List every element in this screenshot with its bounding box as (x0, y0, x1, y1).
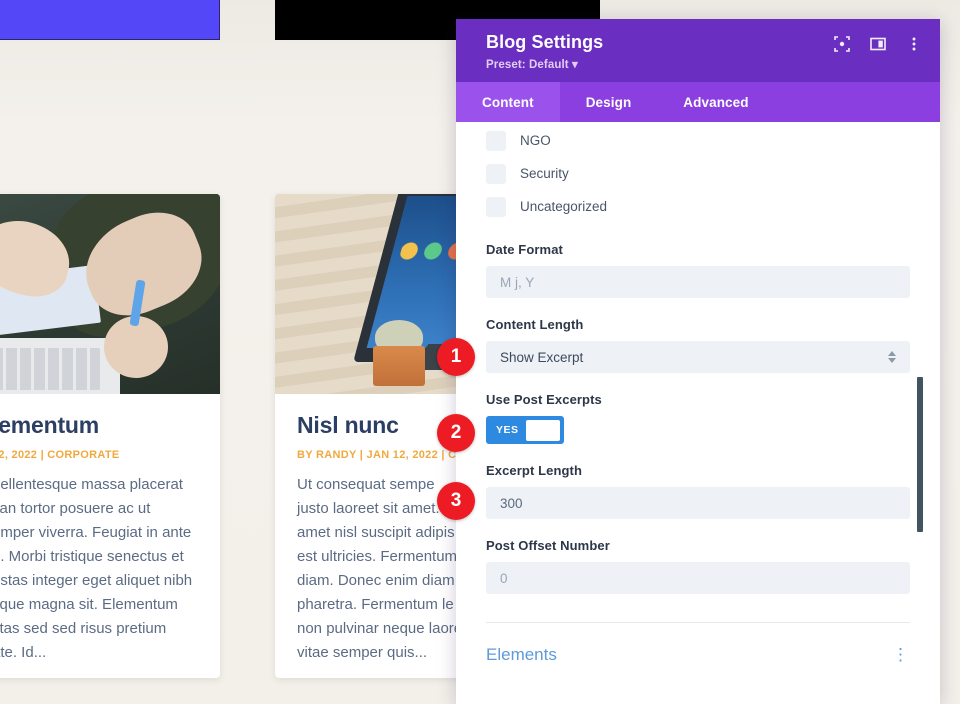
category-checkbox-row[interactable]: Uncategorized (486, 190, 910, 223)
content-length-select[interactable]: Show Excerpt (486, 341, 910, 373)
checkbox-icon[interactable] (486, 163, 506, 184)
post-body: lementum 12, 2022 | CORPORATE pellentesq… (0, 394, 220, 665)
panel-header-titles: Blog Settings Preset: Default ▾ (486, 32, 603, 71)
blog-post-card[interactable]: lementum 12, 2022 | CORPORATE pellentesq… (0, 194, 220, 678)
focus-target-icon[interactable] (834, 36, 850, 52)
elements-section-header[interactable]: Elements ⋮ (486, 623, 910, 665)
post-featured-image (0, 194, 220, 394)
step-badge-1: 1 (437, 338, 475, 376)
post-offset-number-field: Post Offset Number 0 (486, 538, 910, 594)
screenshot-root: lementum 12, 2022 | CORPORATE pellentesq… (0, 0, 960, 704)
excerpt-length-field: Excerpt Length 300 (486, 463, 910, 519)
content-length-value: Show Excerpt (500, 349, 584, 365)
step-badge-2: 2 (437, 414, 475, 452)
step-badge-3: 3 (437, 482, 475, 520)
panel-header: Blog Settings Preset: Default ▾ (456, 19, 940, 82)
layout-columns-icon[interactable] (870, 36, 886, 52)
blog-settings-panel: Blog Settings Preset: Default ▾ Content … (456, 19, 940, 704)
preset-selector[interactable]: Preset: Default ▾ (486, 57, 603, 71)
panel-scroll-area: NGO Security Uncategorized Date Format M… (456, 122, 940, 704)
post-meta: 12, 2022 | CORPORATE (0, 449, 120, 461)
more-vertical-icon[interactable]: ⋮ (892, 645, 910, 665)
tab-design[interactable]: Design (560, 82, 658, 122)
panel-title: Blog Settings (486, 32, 604, 52)
category-label: Uncategorized (520, 199, 608, 214)
panel-tabs: Content Design Advanced (456, 82, 940, 122)
content-length-label: Content Length (486, 317, 584, 332)
post-offset-number-input[interactable]: 0 (486, 562, 910, 594)
use-post-excerpts-field: Use Post Excerpts YES (486, 392, 910, 444)
post-title[interactable]: lementum (0, 412, 198, 439)
desk-writing-notebook-photo (0, 194, 220, 394)
category-checkbox-row[interactable]: Security (486, 157, 910, 190)
date-format-input[interactable]: M j, Y (486, 266, 910, 298)
blue-banner-block (0, 0, 220, 40)
category-label: NGO (520, 133, 551, 148)
toggle-knob (526, 419, 560, 441)
category-checkbox-row[interactable]: NGO (486, 124, 910, 157)
elements-section-title[interactable]: Elements (486, 645, 557, 665)
toggle-state-label: YES (496, 424, 519, 436)
content-length-field: Content Length Show Excerpt (486, 317, 910, 373)
tab-advanced[interactable]: Advanced (657, 82, 774, 122)
excerpt-length-label: Excerpt Length (486, 463, 583, 478)
post-excerpt: pellentesque massa placerat san tortor p… (0, 476, 193, 661)
more-vertical-icon[interactable] (906, 36, 922, 52)
date-format-label: Date Format (486, 242, 563, 257)
post-offset-number-label: Post Offset Number (486, 538, 610, 553)
panel-header-actions (834, 32, 922, 52)
tab-content[interactable]: Content (456, 82, 560, 122)
chevron-updown-icon (888, 351, 896, 363)
excerpt-length-input[interactable]: 300 (486, 487, 910, 519)
date-format-field: Date Format M j, Y (486, 242, 910, 298)
use-post-excerpts-toggle[interactable]: YES (486, 416, 564, 444)
panel-scrollbar[interactable] (917, 377, 923, 532)
checkbox-icon[interactable] (486, 130, 506, 151)
category-label: Security (520, 166, 569, 181)
use-post-excerpts-label: Use Post Excerpts (486, 392, 602, 407)
checkbox-icon[interactable] (486, 196, 506, 217)
